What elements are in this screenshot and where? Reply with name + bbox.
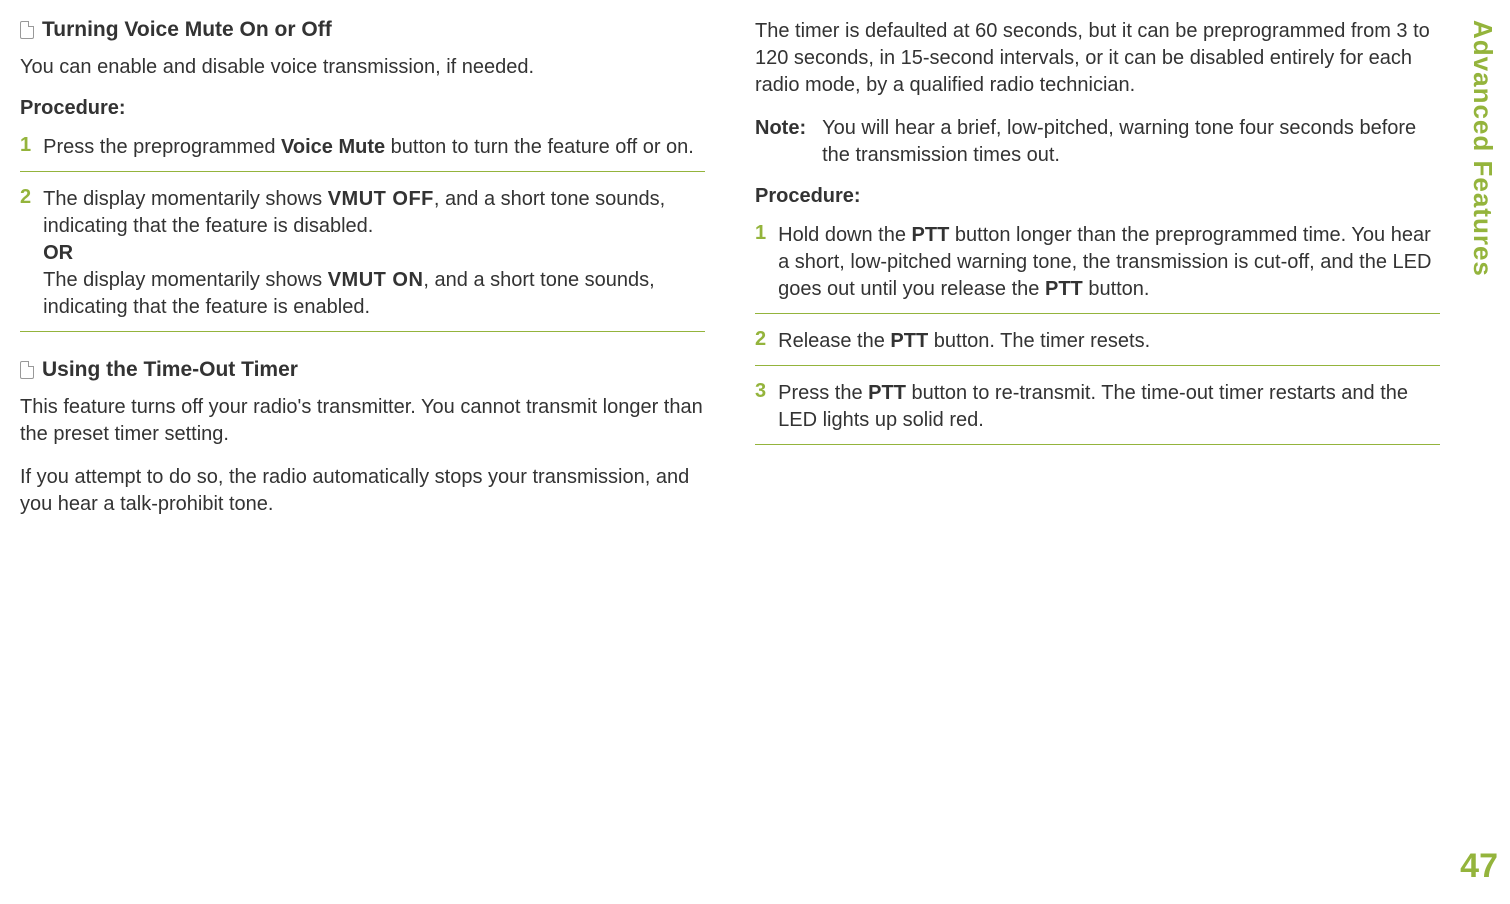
procedure-step: 2 Release the PTT button. The timer rese… — [755, 328, 1440, 366]
step-text: button. — [1083, 278, 1150, 300]
page-icon — [20, 361, 34, 379]
procedure-step: 1 Hold down the PTT button longer than t… — [755, 222, 1440, 314]
step-content: Release the PTT button. The timer resets… — [778, 328, 1150, 355]
ptt-label: PTT — [1045, 278, 1083, 300]
left-column: Turning Voice Mute On or Off You can ena… — [10, 10, 715, 542]
step-text: button. The timer resets. — [928, 330, 1150, 352]
step-text: The display momentarily shows — [43, 269, 328, 291]
step-content: Press the PTT button to re-transmit. The… — [778, 380, 1440, 434]
ptt-label: PTT — [890, 330, 928, 352]
body-paragraph: If you attempt to do so, the radio autom… — [20, 464, 705, 518]
display-value: VMUT OFF — [328, 188, 434, 210]
note-label: Note: — [755, 115, 806, 169]
note-body: You will hear a brief, low-pitched, warn… — [822, 115, 1440, 169]
step-number: 1 — [755, 222, 766, 303]
display-value: VMUT ON — [328, 269, 424, 291]
heading-text: Using the Time-Out Timer — [42, 358, 298, 382]
right-column: The timer is defaulted at 60 seconds, bu… — [745, 10, 1450, 542]
ptt-label: PTT — [868, 382, 906, 404]
step-number: 2 — [20, 186, 31, 321]
procedure-label: Procedure: — [20, 97, 705, 120]
body-paragraph: This feature turns off your radio's tran… — [20, 394, 705, 448]
step-text: Press the — [778, 382, 868, 404]
step-content: The display momentarily shows VMUT OFF, … — [43, 186, 705, 321]
procedure-step: 2 The display momentarily shows VMUT OFF… — [20, 186, 705, 332]
section-heading-voice-mute: Turning Voice Mute On or Off — [20, 18, 705, 42]
step-content: Hold down the PTT button longer than the… — [778, 222, 1440, 303]
page-number: 47 — [1460, 847, 1498, 886]
procedure-label: Procedure: — [755, 185, 1440, 208]
page-icon — [20, 21, 34, 39]
side-tab-label: Advanced Features — [1467, 20, 1498, 277]
step-number: 3 — [755, 380, 766, 434]
heading-text: Turning Voice Mute On or Off — [42, 18, 332, 42]
step-text: The display momentarily shows — [43, 188, 328, 210]
step-text: Hold down the — [778, 224, 911, 246]
intro-paragraph: You can enable and disable voice transmi… — [20, 54, 705, 81]
step-text: Release the — [778, 330, 890, 352]
ptt-label: PTT — [912, 224, 950, 246]
step-text: Press the preprogrammed — [43, 136, 281, 158]
procedure-step: 3 Press the PTT button to re-transmit. T… — [755, 380, 1440, 445]
procedure-step: 1 Press the preprogrammed Voice Mute but… — [20, 134, 705, 172]
page-content: Turning Voice Mute On or Off You can ena… — [10, 10, 1450, 542]
step-bold: Voice Mute — [281, 136, 385, 158]
step-number: 1 — [20, 134, 31, 161]
or-label: OR — [43, 242, 73, 264]
step-content: Press the preprogrammed Voice Mute butto… — [43, 134, 694, 161]
section-heading-timeout: Using the Time-Out Timer — [20, 358, 705, 382]
note-block: Note: You will hear a brief, low-pitched… — [755, 115, 1440, 169]
body-paragraph: The timer is defaulted at 60 seconds, bu… — [755, 18, 1440, 99]
step-text: button to turn the feature off or on. — [385, 136, 694, 158]
step-number: 2 — [755, 328, 766, 355]
